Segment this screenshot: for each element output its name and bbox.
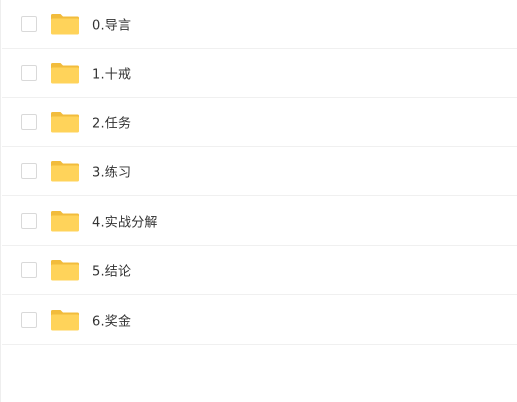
row-checkbox[interactable] xyxy=(21,213,37,229)
row-checkbox[interactable] xyxy=(21,65,37,81)
list-item[interactable]: 6.奖金 xyxy=(2,296,517,345)
row-checkbox[interactable] xyxy=(21,114,37,130)
folder-icon xyxy=(51,310,79,331)
folder-name[interactable]: 6.奖金 xyxy=(92,311,131,330)
folder-icon xyxy=(51,112,79,133)
list-item[interactable]: 3.练习 xyxy=(2,147,517,196)
row-checkbox[interactable] xyxy=(21,262,37,278)
folder-icon xyxy=(51,161,79,182)
folder-name[interactable]: 0.导言 xyxy=(92,15,131,34)
folder-name[interactable]: 4.实战分解 xyxy=(92,212,158,231)
list-item[interactable]: 1.十戒 xyxy=(2,49,517,98)
folder-icon xyxy=(51,211,79,232)
list-item[interactable]: 2.任务 xyxy=(2,98,517,147)
folder-name[interactable]: 2.任务 xyxy=(92,113,131,132)
row-checkbox[interactable] xyxy=(21,163,37,179)
folder-icon xyxy=(51,14,79,35)
folder-name[interactable]: 1.十戒 xyxy=(92,64,131,83)
folder-name[interactable]: 5.结论 xyxy=(92,261,131,280)
list-item[interactable]: 0.导言 xyxy=(2,0,517,49)
folder-icon xyxy=(51,63,79,84)
folder-name[interactable]: 3.练习 xyxy=(92,162,131,181)
folder-icon xyxy=(51,260,79,281)
list-item[interactable]: 5.结论 xyxy=(2,246,517,295)
row-checkbox[interactable] xyxy=(21,312,37,328)
row-checkbox[interactable] xyxy=(21,16,37,32)
file-list: 0.导言 1.十戒 2.任务 3.练习 4.实战分解 5.结论 6.奖金 xyxy=(0,0,517,402)
list-item[interactable]: 4.实战分解 xyxy=(2,197,517,246)
